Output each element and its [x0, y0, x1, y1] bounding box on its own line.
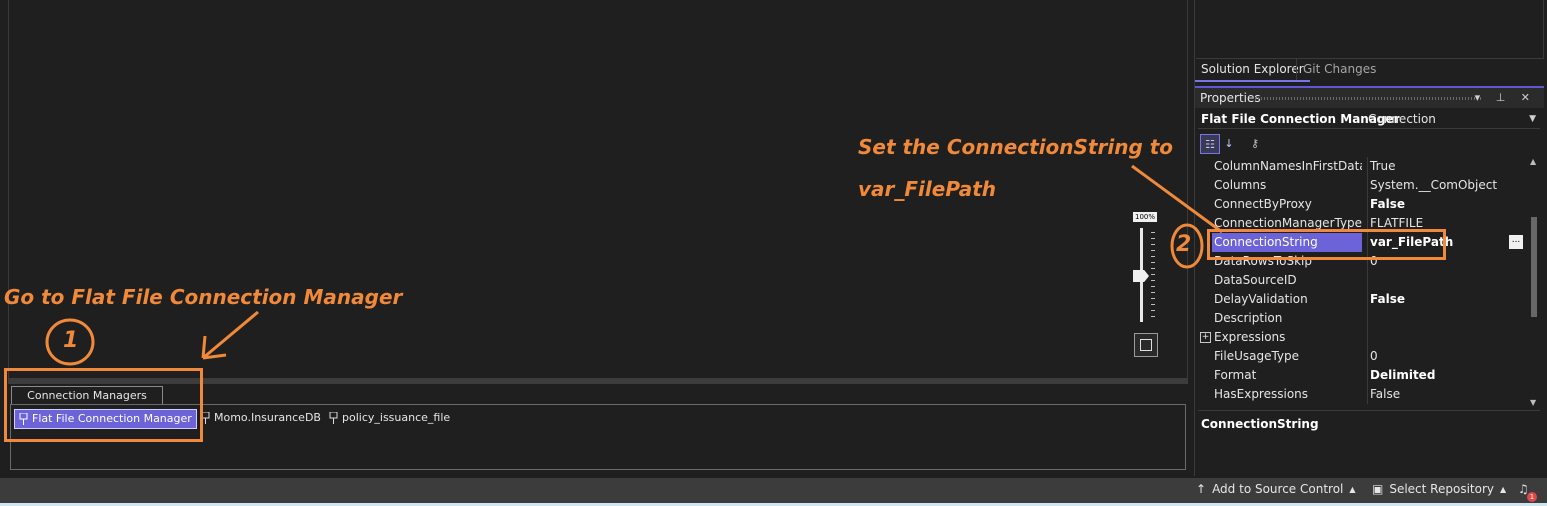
property-pages-icon[interactable]: ⚷ — [1246, 134, 1264, 152]
alphabetical-sort-icon[interactable]: ↓ — [1220, 134, 1238, 152]
select-repository-button[interactable]: ▣ Select Repository ▲ — [1372, 482, 1506, 496]
property-row[interactable]: Description — [1198, 309, 1527, 328]
chevron-up-icon: ▲ — [1500, 484, 1507, 494]
property-name: DataSourceID — [1214, 273, 1297, 287]
fit-icon — [1140, 339, 1152, 351]
drag-grip[interactable] — [1255, 97, 1483, 100]
source-control-label: Add to Source Control — [1212, 482, 1344, 496]
add-to-source-control-button[interactable]: ↑ Add to Source Control ▲ — [1196, 482, 1356, 496]
property-name: Description — [1214, 311, 1283, 325]
annotation-highlight-box-1 — [4, 368, 203, 442]
description-title: ConnectionString — [1201, 417, 1319, 431]
property-value[interactable] — [1367, 328, 1527, 347]
status-bar: ↑ Add to Source Control ▲ ▣ Select Repos… — [0, 478, 1547, 506]
property-value[interactable]: False — [1367, 195, 1527, 214]
property-row[interactable]: ColumnNamesInFirstDataRow True — [1198, 157, 1527, 176]
property-name: ColumnNamesInFirstDataRow — [1214, 159, 1362, 173]
property-name: ConnectByProxy — [1214, 197, 1312, 211]
properties-title: Properties — [1200, 91, 1261, 105]
solution-tabs: Solution Explorer Git Changes — [1195, 58, 1544, 82]
property-value[interactable]: System.__ComObject — [1367, 176, 1527, 195]
notification-count-badge: 1 — [1527, 492, 1537, 502]
chevron-down-icon[interactable]: ▼ — [1529, 110, 1536, 128]
design-surface[interactable] — [8, 0, 1188, 378]
expand-icon[interactable]: + — [1200, 332, 1211, 343]
property-grid-scrollbar[interactable]: ▲ ▼ — [1528, 157, 1540, 407]
scroll-thumb[interactable] — [1531, 217, 1537, 317]
annotation-step2-line2: var_FilePath — [858, 177, 997, 201]
property-row[interactable]: DataSourceID — [1198, 271, 1527, 290]
annotation-step2-number: 2 — [1176, 232, 1192, 257]
annotation-step1-number: 1 — [63, 328, 79, 353]
property-value[interactable]: 0 — [1367, 347, 1527, 366]
zoom-slider-ticks — [1151, 232, 1155, 318]
property-name: HasExpressions — [1214, 387, 1309, 401]
connection-item-policy-file[interactable]: policy_issuance_file — [325, 409, 454, 427]
object-type: Connection — [1368, 112, 1436, 126]
chevron-up-icon: ▲ — [1349, 484, 1356, 494]
properties-header: Properties ▾ ⊥ ✕ — [1195, 86, 1544, 108]
property-row[interactable]: DelayValidation False — [1198, 290, 1527, 309]
connection-item-label: Momo.InsuranceDB — [214, 411, 321, 424]
tab-solution-explorer[interactable]: Solution Explorer — [1195, 58, 1310, 82]
property-grid: ColumnNamesInFirstDataRow True Columns Syst… — [1198, 157, 1527, 407]
annotation-highlight-box-2 — [1207, 229, 1446, 260]
property-row[interactable]: Columns System.__ComObject — [1198, 176, 1527, 195]
properties-toolbar: ☷ ↓ ⚷ — [1198, 134, 1540, 154]
connection-item-insurancedb[interactable]: Momo.InsuranceDB — [197, 409, 325, 427]
zoom-level-label: 100% — [1133, 212, 1157, 222]
repository-label: Select Repository — [1389, 482, 1494, 496]
annotation-step2-line1: Set the ConnectionString to — [858, 135, 1174, 159]
property-row[interactable]: HasExpressions False — [1198, 385, 1527, 404]
property-value[interactable]: True — [1367, 157, 1527, 176]
categorized-icon[interactable]: ☷ — [1200, 134, 1220, 154]
property-name: FileUsageType — [1214, 349, 1300, 363]
property-row[interactable]: + Expressions — [1198, 328, 1527, 347]
property-name: Expressions — [1214, 330, 1286, 344]
property-value[interactable]: False — [1367, 290, 1527, 309]
solution-explorer-area — [1196, 0, 1544, 59]
property-name: Format — [1214, 368, 1257, 382]
ellipsis-button[interactable]: ... — [1509, 235, 1523, 249]
property-name: DelayValidation — [1214, 292, 1308, 306]
zoom-to-fit-button[interactable] — [1134, 333, 1158, 357]
arrow-up-icon: ↑ — [1196, 482, 1207, 496]
property-name: Columns — [1214, 178, 1267, 192]
tab-git-changes[interactable]: Git Changes — [1296, 58, 1382, 80]
plug-icon — [329, 412, 338, 424]
object-selector[interactable]: Flat File Connection Manager Connection … — [1198, 110, 1540, 129]
property-row[interactable]: Format Delimited — [1198, 366, 1527, 385]
property-row[interactable]: ConnectByProxy False — [1198, 195, 1527, 214]
panel-window-buttons[interactable]: ▾ ⊥ ✕ — [1475, 88, 1536, 108]
scroll-up-icon[interactable]: ▲ — [1530, 157, 1536, 166]
property-value[interactable] — [1367, 309, 1527, 328]
property-value[interactable] — [1367, 271, 1527, 290]
repository-icon: ▣ — [1372, 482, 1384, 496]
property-value[interactable]: Delimited — [1367, 366, 1527, 385]
property-row[interactable]: FileUsageType 0 — [1198, 347, 1527, 366]
property-description: ConnectionString — [1198, 410, 1540, 475]
annotation-step1-text: Go to Flat File Connection Manager — [4, 285, 403, 309]
connection-item-label: policy_issuance_file — [342, 411, 451, 424]
scroll-down-icon[interactable]: ▼ — [1530, 398, 1536, 407]
property-value[interactable]: False — [1367, 385, 1527, 404]
